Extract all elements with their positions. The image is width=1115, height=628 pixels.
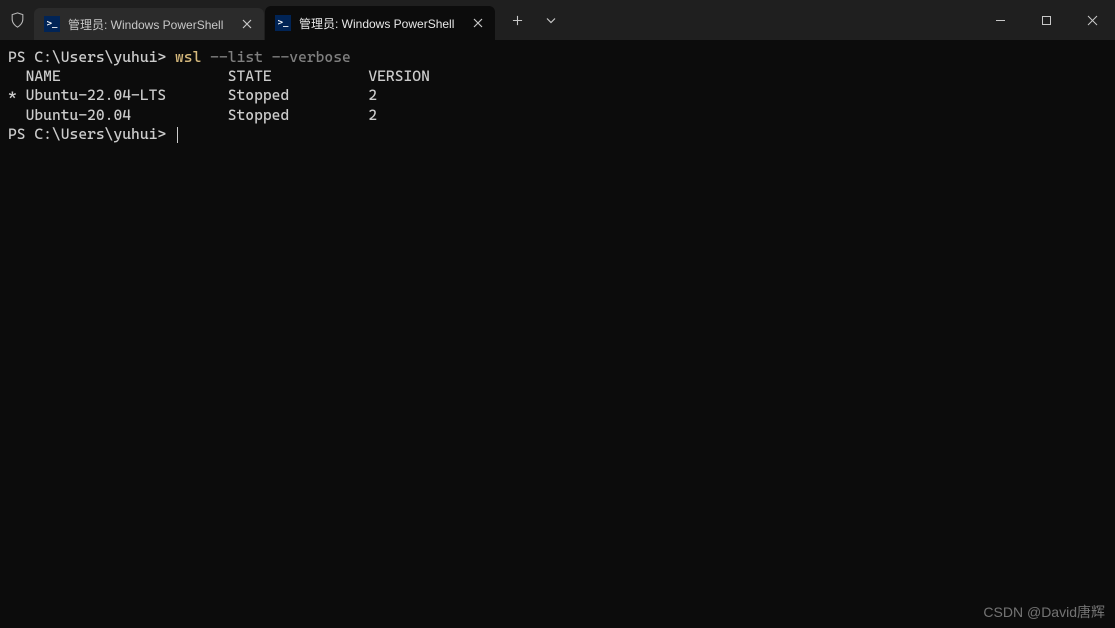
watermark: CSDN @David唐辉: [983, 602, 1105, 622]
tab-title: 管理员: Windows PowerShell: [68, 16, 232, 33]
tab-powershell-2[interactable]: >_ 管理员: Windows PowerShell: [265, 6, 495, 40]
shield-icon: [0, 12, 34, 28]
tab-dropdown-button[interactable]: [534, 5, 568, 35]
tab-title: 管理员: Windows PowerShell: [299, 15, 463, 32]
command-name: wsl: [175, 48, 201, 66]
titlebar-left: [0, 0, 34, 40]
minimize-button[interactable]: [977, 0, 1023, 40]
terminal-output[interactable]: PS C:\Users\yuhui> wsl --list --verbose …: [0, 40, 1115, 152]
table-header: NAME STATE VERSION: [8, 67, 430, 85]
tabs-container: >_ 管理员: Windows PowerShell >_ 管理员: Windo…: [34, 0, 496, 40]
table-row: Ubuntu-20.04 Stopped 2: [8, 106, 377, 124]
new-tab-button[interactable]: [500, 5, 534, 35]
maximize-button[interactable]: [1023, 0, 1069, 40]
command-args: --list --verbose: [210, 48, 351, 66]
cursor: [177, 127, 178, 143]
close-tab-button[interactable]: [238, 15, 256, 33]
powershell-icon: >_: [275, 15, 291, 31]
window-controls: [977, 0, 1115, 40]
table-row: * Ubuntu-22.04-LTS Stopped 2: [8, 86, 377, 104]
tab-powershell-1[interactable]: >_ 管理员: Windows PowerShell: [34, 8, 264, 40]
prompt-line-1: PS C:\Users\yuhui> wsl --list --verbose: [8, 48, 351, 66]
titlebar: >_ 管理员: Windows PowerShell >_ 管理员: Windo…: [0, 0, 1115, 40]
prompt-line-2: PS C:\Users\yuhui>: [8, 125, 178, 143]
close-window-button[interactable]: [1069, 0, 1115, 40]
close-tab-button[interactable]: [469, 14, 487, 32]
tab-actions: [496, 0, 568, 40]
powershell-icon: >_: [44, 16, 60, 32]
